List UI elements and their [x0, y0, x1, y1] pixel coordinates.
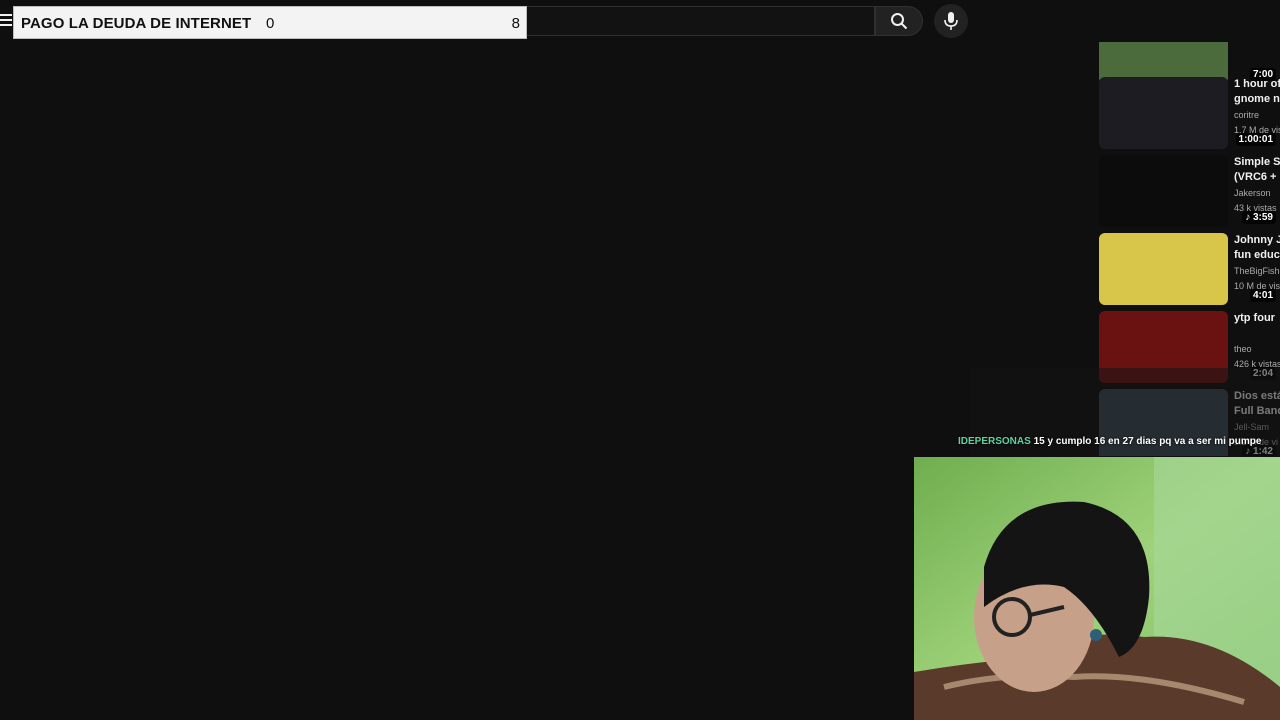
goal-target: 8 — [511, 15, 520, 32]
search-icon — [891, 13, 908, 30]
donation-goal-widget: PAGO LA DEUDA DE INTERNET 0 8 — [13, 6, 527, 39]
video-thumbnail[interactable] — [1099, 155, 1228, 227]
voice-search-button[interactable] — [934, 4, 968, 38]
webcam-feed — [914, 457, 1280, 720]
chat-username: IDEPERSONAS — [958, 436, 1031, 447]
video-title-line: Johnny Jo — [1234, 234, 1280, 246]
video-title-line: gnome nc — [1234, 93, 1280, 105]
video-thumbnail[interactable] — [1099, 77, 1228, 149]
channel-name[interactable]: Jakerson — [1234, 188, 1271, 198]
video-title[interactable]: ytp four — [1234, 311, 1280, 326]
search-button[interactable] — [875, 6, 923, 36]
menu-icon[interactable] — [0, 14, 12, 28]
microphone-icon — [944, 12, 958, 30]
channel-name[interactable]: TheBigFish — [1234, 266, 1280, 276]
video-title-line: 1 hour of — [1234, 78, 1280, 90]
video-title[interactable]: Simple Sc (VRC6 + F — [1234, 155, 1280, 185]
view-count: 10 M de vis — [1234, 281, 1280, 291]
video-title-line: fun educa — [1234, 249, 1280, 261]
view-count: 1.7 M de vis — [1234, 125, 1280, 135]
video-thumbnail[interactable] — [1099, 233, 1228, 305]
video-title-line: ytp four — [1234, 312, 1275, 324]
video-title-line: Simple Sc — [1234, 156, 1280, 168]
video-title-line: (VRC6 + F — [1234, 171, 1280, 183]
channel-name[interactable]: coritre — [1234, 110, 1259, 120]
search-input[interactable] — [527, 6, 875, 36]
view-count: 43 k vistas — [1234, 203, 1277, 213]
goal-label: PAGO LA DEUDA DE INTERNET — [21, 15, 252, 32]
recommendation-item[interactable]: 1:00:011 hour ofgnome nccoritre1.7 M de … — [1099, 77, 1280, 150]
recommendation-item[interactable]: 4:01Johnny Jofun educaTheBigFish10 M de … — [1099, 233, 1280, 306]
chat-message: IDEPERSONAS 15 y cumplo 16 en 27 dias pq… — [958, 436, 1261, 447]
video-title[interactable]: Johnny Jo fun educa — [1234, 233, 1280, 263]
goal-current: 0 — [266, 15, 275, 32]
recommendation-item[interactable]: ♪ 3:59Simple Sc(VRC6 + FJakerson43 k vis… — [1099, 155, 1280, 228]
channel-name[interactable]: theo — [1234, 344, 1252, 354]
video-title[interactable]: 1 hour of gnome nc — [1234, 77, 1280, 107]
chat-text: 15 y cumplo 16 en 27 dias pq va a ser mi… — [1033, 436, 1262, 447]
webcam-image — [914, 457, 1280, 720]
